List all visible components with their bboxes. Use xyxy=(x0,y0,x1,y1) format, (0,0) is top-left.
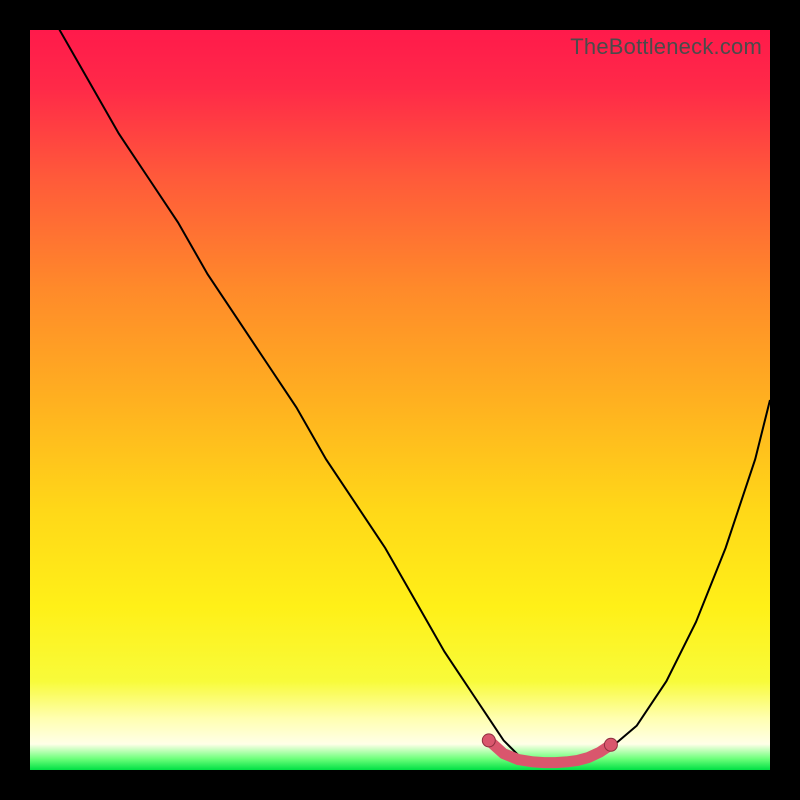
watermark-text: TheBottleneck.com xyxy=(570,34,762,60)
bottleneck-chart xyxy=(30,30,770,770)
gradient-background xyxy=(30,30,770,770)
optimal-range-end-dot xyxy=(604,738,617,751)
chart-frame: TheBottleneck.com xyxy=(30,30,770,770)
optimal-range-end-dot xyxy=(482,734,495,747)
